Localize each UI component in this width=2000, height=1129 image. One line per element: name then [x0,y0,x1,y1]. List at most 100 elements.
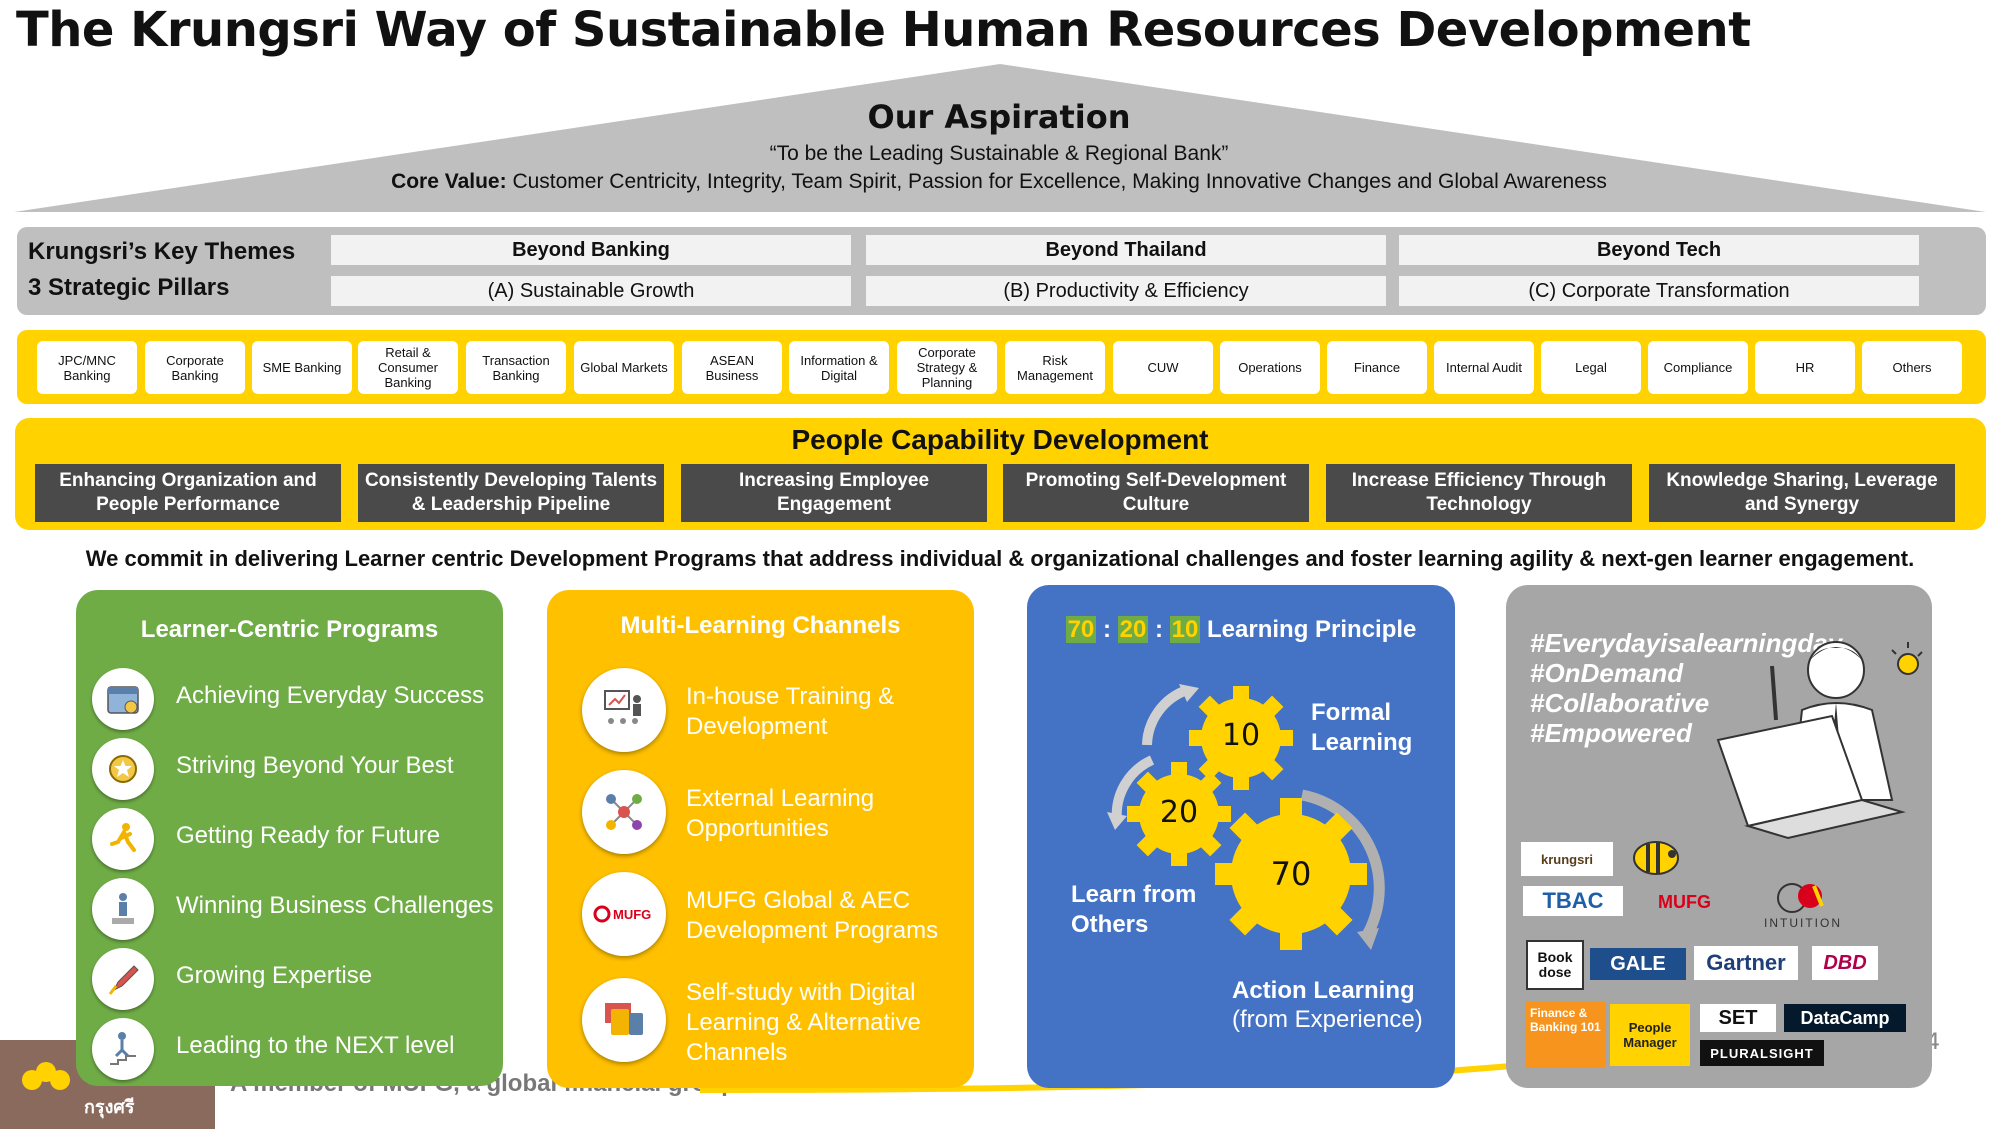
gear-20-label: 20 [1159,795,1199,830]
learn-from-others-label: Learn from Others [1071,881,1197,938]
core-value-text: Customer Centricity, Integrity, Team Spi… [506,170,1607,193]
dbd-logo: DBD [1812,946,1878,980]
ratio-20: 20 [1117,616,1149,643]
ratio-separator: : [1148,616,1170,643]
unit-box: Risk Management [1005,341,1105,394]
list-item: MUFG MUFG Global & AEC Development Progr… [582,872,962,956]
finance-banking-101-logo: Finance & Banking 101 [1526,1002,1606,1068]
program-label: Achieving Everyday Success [176,682,485,709]
unit-box: ASEAN Business [682,341,782,394]
program-label: Getting Ready for Future [176,822,441,849]
gale-logo-text: GALE [1610,952,1666,975]
unit-box: Legal [1541,341,1641,394]
list-item: Leading to the NEXT level [92,1018,492,1080]
datacamp-logo: DataCamp [1784,1004,1906,1032]
unit-box: HR [1755,341,1855,394]
people-capability-title: People Capability Development [791,424,1209,455]
action-learning-sub: (from Experience) [1232,1006,1423,1033]
program-label: Striving Beyond Your Best [176,752,454,779]
gear-70-label: 70 [1270,855,1312,893]
page-title: The Krungsri Way of Sustainable Human Re… [16,2,1751,58]
channel-label: External Learning Opportunities [686,785,875,842]
unit-box: CUW [1113,341,1213,394]
people-manager-logo-text: People Manager [1623,1020,1677,1050]
pillar-theme-b: Beyond Thailand [866,235,1386,265]
network-icon [582,770,666,854]
krungsri-logo: krungsri [1521,842,1613,876]
unit-box: Transaction Banking [466,341,566,394]
capability-box: Knowledge Sharing, Leverage and Synergy [1649,464,1955,522]
bookdose-logo-text: Book [1537,949,1573,965]
svg-text:MUFG: MUFG [613,907,651,922]
ratio-70: 70 [1065,616,1097,643]
list-item: Striving Beyond Your Best [92,738,492,800]
principle-title-text: Learning Principle [1207,616,1417,643]
capability-box: Increasing Employee Engagement [681,464,987,522]
channel-label: MUFG Global & AEC Development Programs [686,887,939,944]
list-item: External Learning Opportunities [582,770,962,854]
digital-devices-icon [582,978,666,1062]
core-value-label: Core Value: [391,170,507,193]
pillar-b: (B) Productivity & Efficiency [866,276,1386,306]
gale-logo: GALE [1590,948,1686,980]
ratio-10: 10 [1169,616,1201,643]
ratio-separator: : [1096,616,1118,643]
calendar-icon [92,668,154,730]
unit-box: Finance [1327,341,1427,394]
list-item: Achieving Everyday Success [92,668,492,730]
tbac-logo-text: TBAC [1542,888,1604,913]
intuition-logo: INTUITION [1764,916,1842,930]
people-manager-logo: People Manager [1610,1004,1690,1066]
list-item: In-house Training & Development [582,668,962,752]
key-themes-label: Krungsri’s Key Themes 3 Strategic Pillar… [28,234,295,306]
krungsri-emblem-icon [22,1062,70,1090]
capability-box: Consistently Developing Talents & Leader… [358,464,664,522]
capability-box: Promoting Self-Development Culture [1003,464,1309,522]
mufg-logo: MUFG [1658,892,1711,912]
key-themes-line1: Krungsri’s Key Themes [28,238,296,265]
pillar-c: (C) Corporate Transformation [1399,276,1919,306]
pluralsight-logo-text: PLURALSIGHT [1710,1045,1814,1061]
tbac-logo: TBAC [1523,886,1623,916]
list-item: Getting Ready for Future [92,808,492,870]
set-logo: SET [1700,1004,1776,1032]
key-themes-line2: 3 Strategic Pillars [28,274,230,301]
krungsri-logo-text: krungsri [1540,851,1593,867]
pluralsight-logo: PLURALSIGHT [1700,1040,1824,1066]
aspiration-quote: “To be the Leading Sustainable & Regiona… [769,142,1229,165]
pillar-a: (A) Sustainable Growth [331,276,851,306]
commitment-statement: We commit in delivering Learner centric … [85,546,1915,571]
learner-laptop-illustration [1716,641,1923,840]
rocket-icon [92,948,154,1010]
unit-box: Corporate Banking [145,341,245,394]
unit-box: Information & Digital [789,341,889,394]
gartner-logo-text: Gartner [1706,950,1786,975]
gartner-logo: Gartner [1694,946,1798,980]
intuition-logo-mark [1762,880,1848,914]
medal-icon [92,738,154,800]
unit-box: Corporate Strategy & Planning [897,341,997,394]
aspiration-heading: Our Aspiration [867,98,1131,136]
person-podium-icon [92,878,154,940]
bookdose-logo-text: dose [1538,964,1572,980]
unit-box: JPC/MNC Banking [37,341,137,394]
unit-box: Global Markets [574,341,674,394]
core-value: Core Value: Customer Centricity, Integri… [0,170,1998,194]
pillar-theme-a: Beyond Banking [331,235,851,265]
pillar-theme-c: Beyond Tech [1399,235,1919,265]
unit-box: Others [1862,341,1962,394]
list-item: Growing Expertise [92,948,492,1010]
gear-10-label: 10 [1221,718,1261,753]
dbd-logo-text: DBD [1823,951,1867,974]
stairs-person-icon [92,1018,154,1080]
footer-brand-thai: กรุงศรี [84,1097,135,1118]
capability-box: Enhancing Organization and People Perfor… [35,464,341,522]
fb101-logo-text: Finance & Banking 101 [1530,1006,1601,1034]
learning-principle-title: 70 : 20 : 10 Learning Principle [1027,616,1455,644]
unit-box: Compliance [1648,341,1748,394]
running-person-icon [92,808,154,870]
training-presentation-icon [582,668,666,752]
action-learning-label: Action Learning [1232,977,1415,1004]
unit-box: Operations [1220,341,1320,394]
program-label: Leading to the NEXT level [176,1032,455,1059]
